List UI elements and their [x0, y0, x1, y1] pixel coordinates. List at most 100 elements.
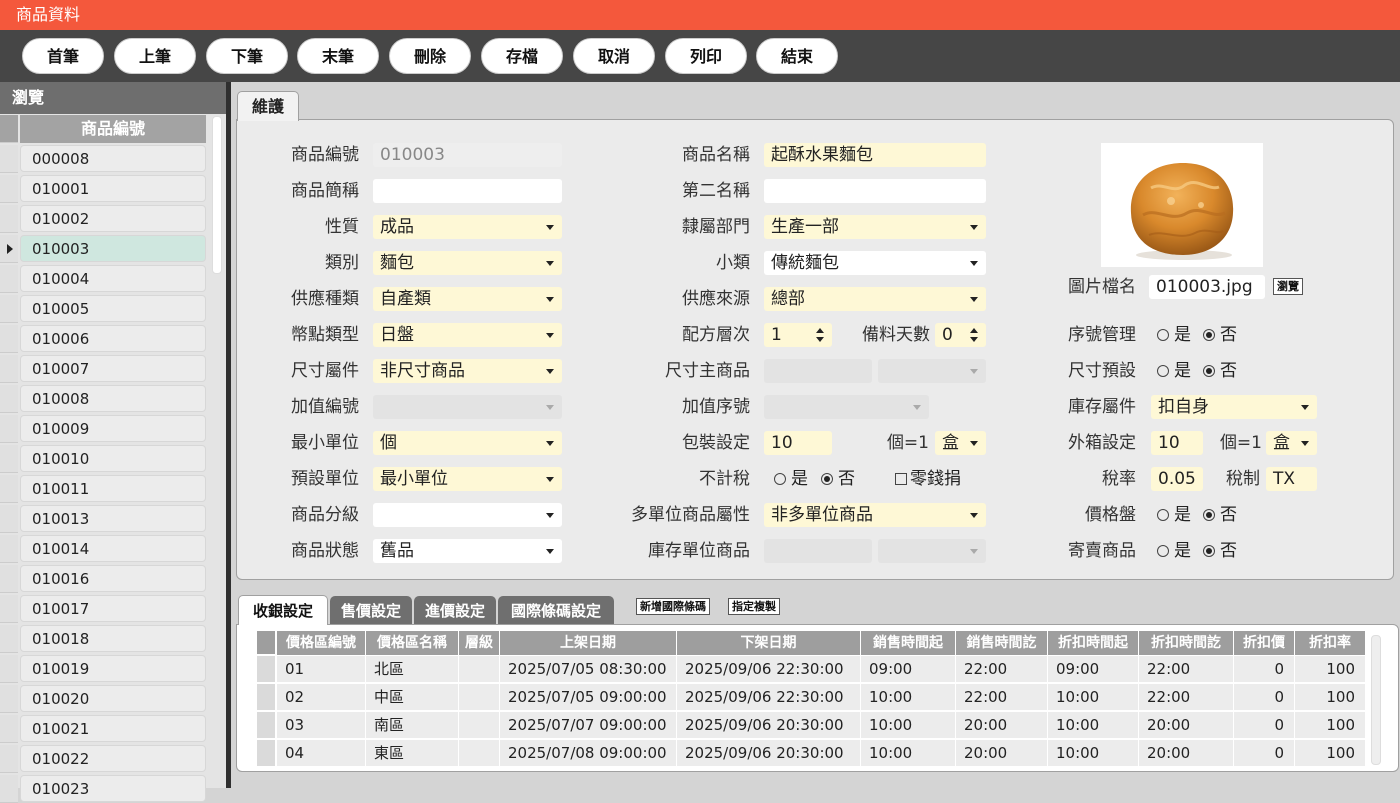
no-tax-yes-radio[interactable]: 是: [774, 466, 808, 492]
table-cell[interactable]: 100: [1295, 656, 1366, 683]
table-cell[interactable]: 中區: [366, 684, 459, 711]
column-header[interactable]: 銷售時間起: [861, 631, 956, 655]
list-item[interactable]: 010020: [20, 685, 206, 712]
supply-source-select[interactable]: 總部: [764, 287, 986, 311]
next-record-button[interactable]: 下筆: [206, 38, 288, 74]
tab-maintenance[interactable]: 維護: [237, 91, 299, 121]
table-cell[interactable]: 0: [1234, 656, 1295, 683]
table-cell[interactable]: 10:00: [861, 712, 956, 739]
list-item[interactable]: 010008: [20, 385, 206, 412]
row-indicator[interactable]: [0, 565, 18, 593]
row-indicator[interactable]: [0, 505, 18, 533]
table-cell[interactable]: 22:00: [1139, 684, 1234, 711]
save-button[interactable]: 存檔: [481, 38, 563, 74]
table-cell[interactable]: 2025/09/06 22:30:00: [677, 684, 861, 711]
table-cell[interactable]: 03: [277, 712, 366, 739]
delete-button[interactable]: 刪除: [389, 38, 471, 74]
list-item[interactable]: 010021: [20, 715, 206, 742]
list-item[interactable]: 010002: [20, 205, 206, 232]
table-cell[interactable]: [459, 656, 500, 683]
carton-unit-select[interactable]: 盒: [1266, 431, 1317, 455]
column-header[interactable]: 上架日期: [500, 631, 677, 655]
list-item[interactable]: 010023: [20, 775, 206, 802]
list-item[interactable]: 010014: [20, 535, 206, 562]
table-cell[interactable]: 20:00: [956, 740, 1048, 767]
row-indicator[interactable]: [0, 625, 18, 653]
assign-copy-button[interactable]: 指定複製: [728, 598, 780, 615]
default-unit-select[interactable]: 最小單位: [373, 467, 562, 491]
table-cell[interactable]: 100: [1295, 684, 1366, 711]
list-item[interactable]: 010005: [20, 295, 206, 322]
table-cell[interactable]: 2025/07/05 09:00:00: [500, 684, 677, 711]
list-item[interactable]: 010016: [20, 565, 206, 592]
subcategory-select[interactable]: 傳統麵包: [764, 251, 986, 275]
tab-barcode-settings[interactable]: 國際條碼設定: [498, 596, 614, 626]
price-count-no-radio[interactable]: 否: [1203, 502, 1237, 528]
grid-scrollbar[interactable]: [1371, 635, 1381, 765]
previous-record-button[interactable]: 上筆: [114, 38, 196, 74]
table-cell[interactable]: 100: [1295, 712, 1366, 739]
row-indicator[interactable]: [0, 595, 18, 623]
table-cell[interactable]: 北區: [366, 656, 459, 683]
consignment-yes-radio[interactable]: 是: [1157, 538, 1191, 564]
carton-qty-field[interactable]: 10: [1151, 431, 1203, 455]
table-cell[interactable]: 20:00: [1139, 740, 1234, 767]
price-count-yes-radio[interactable]: 是: [1157, 502, 1191, 528]
table-cell[interactable]: 22:00: [1139, 656, 1234, 683]
row-indicator[interactable]: [0, 475, 18, 503]
table-cell[interactable]: 04: [277, 740, 366, 767]
last-record-button[interactable]: 末筆: [297, 38, 379, 74]
department-select[interactable]: 生產一部: [764, 215, 986, 239]
list-item[interactable]: 010009: [20, 415, 206, 442]
row-indicator[interactable]: [0, 355, 18, 383]
serial-mgmt-no-radio[interactable]: 否: [1203, 322, 1237, 348]
row-indicator[interactable]: [0, 715, 18, 743]
tab-purchase-price[interactable]: 進價設定: [414, 596, 496, 626]
row-indicator[interactable]: [0, 205, 18, 233]
list-item[interactable]: 010019: [20, 655, 206, 682]
table-cell[interactable]: [459, 684, 500, 711]
row-indicator[interactable]: [0, 655, 18, 683]
table-cell[interactable]: 0: [1234, 684, 1295, 711]
table-cell[interactable]: 2025/07/08 09:00:00: [500, 740, 677, 767]
table-cell[interactable]: 100: [1295, 740, 1366, 767]
list-item[interactable]: 010006: [20, 325, 206, 352]
list-item[interactable]: 010007: [20, 355, 206, 382]
image-file-field[interactable]: 010003.jpg: [1149, 275, 1265, 299]
category-select[interactable]: 麵包: [373, 251, 562, 275]
table-cell[interactable]: 09:00: [1048, 656, 1139, 683]
list-item[interactable]: 010001: [20, 175, 206, 202]
name-field[interactable]: 起酥水果麵包: [764, 143, 986, 167]
table-cell[interactable]: 0: [1234, 740, 1295, 767]
list-item[interactable]: 010003: [20, 235, 206, 262]
column-header[interactable]: 價格區編號: [277, 631, 366, 655]
serial-mgmt-yes-radio[interactable]: 是: [1157, 322, 1191, 348]
table-cell[interactable]: 02: [277, 684, 366, 711]
first-record-button[interactable]: 首筆: [22, 38, 104, 74]
grade-select[interactable]: [373, 503, 562, 527]
package-qty-field[interactable]: 10: [764, 431, 832, 455]
tax-rate-field[interactable]: 0.05: [1151, 467, 1203, 491]
column-header[interactable]: 折扣價: [1234, 631, 1295, 655]
row-indicator[interactable]: [0, 235, 18, 263]
table-cell[interactable]: 01: [277, 656, 366, 683]
list-item[interactable]: 010022: [20, 745, 206, 772]
column-header[interactable]: 層級: [459, 631, 500, 655]
table-cell[interactable]: 20:00: [1139, 712, 1234, 739]
list-item[interactable]: 010011: [20, 475, 206, 502]
row-indicator[interactable]: [0, 175, 18, 203]
table-cell[interactable]: 10:00: [1048, 712, 1139, 739]
table-cell[interactable]: 10:00: [1048, 684, 1139, 711]
column-header[interactable]: 下架日期: [677, 631, 861, 655]
size-default-no-radio[interactable]: 否: [1203, 358, 1237, 384]
table-cell[interactable]: 22:00: [956, 656, 1048, 683]
nature-select[interactable]: 成品: [373, 215, 562, 239]
row-indicator[interactable]: [0, 745, 18, 773]
row-indicator[interactable]: [0, 535, 18, 563]
row-indicator[interactable]: [0, 775, 18, 803]
cancel-button[interactable]: 取消: [573, 38, 655, 74]
table-cell[interactable]: 2025/07/07 09:00:00: [500, 712, 677, 739]
change-loss-checkbox[interactable]: 零錢捐: [895, 466, 961, 492]
table-cell[interactable]: 2025/09/06 22:30:00: [677, 656, 861, 683]
stocktake-type-select[interactable]: 日盤: [373, 323, 562, 347]
